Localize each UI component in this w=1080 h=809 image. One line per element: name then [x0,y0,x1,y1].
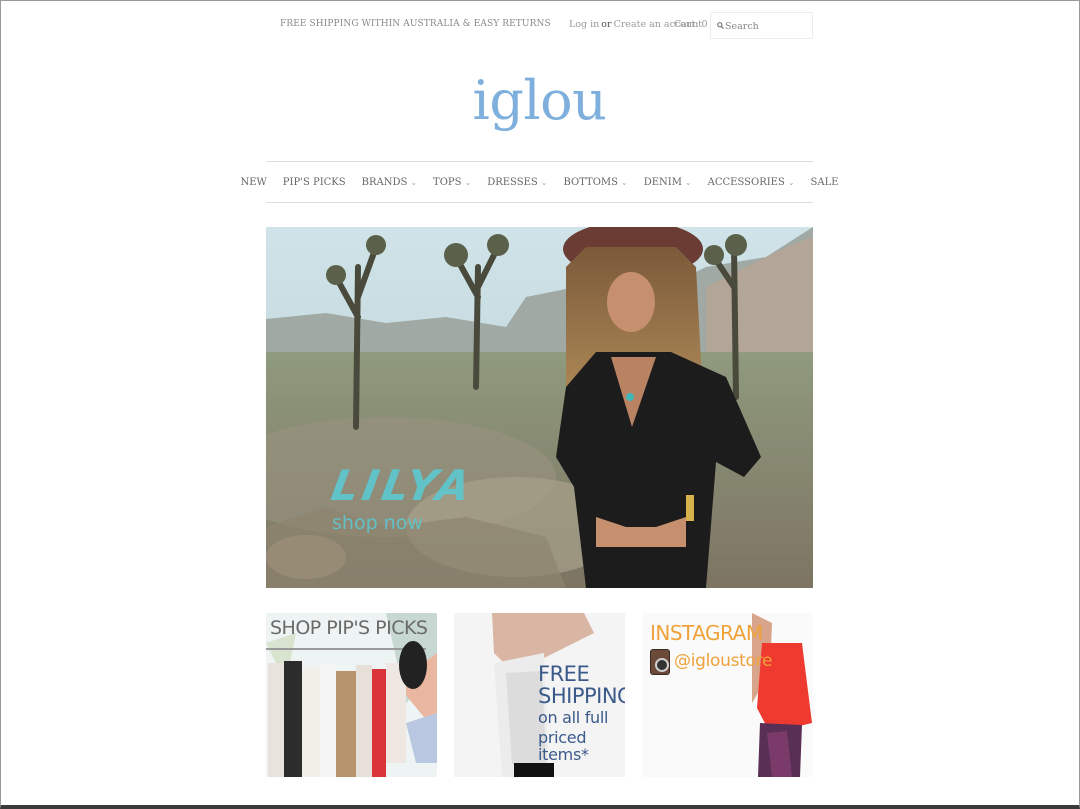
nav-label: TOPS [433,176,462,188]
pips-picks-title: SHOP PIP'S PICKS [270,617,428,639]
nav-denim[interactable]: DENIM ⌄ [644,177,692,188]
nav-tops[interactable]: TOPS ⌄ [433,177,471,188]
pips-picks-tile[interactable]: SHOP PIP'S PICKS [266,613,437,777]
shipping-promo: FREE SHIPPING on all full priced items* [538,663,625,763]
main-nav: NEW PIP'S PICKS BRANDS ⌄ TOPS ⌄ DRESSES ⌄ B… [240,161,839,203]
shipping-promo-text: FREE SHIPPING WITHIN AUSTRALIA & EASY RE… [280,19,551,29]
search-icon [717,22,724,29]
chevron-down-icon: ⌄ [787,177,795,187]
nav-label: SALE [810,176,839,188]
chevron-down-icon: ⌄ [540,177,548,187]
search-box[interactable] [710,12,813,39]
shipping-line-2: SHIPPING [538,684,625,709]
chevron-down-icon: ⌄ [620,177,628,187]
nav-label: BRANDS [361,176,408,188]
search-input[interactable] [725,17,809,35]
cart-link[interactable]: Cart: 0 [674,19,708,30]
instagram-icon [650,649,670,675]
site-logo[interactable]: iglou [266,66,813,136]
hero-shop-now-link[interactable]: shop now [332,512,423,534]
top-bar: FREE SHIPPING WITHIN AUSTRALIA & EASY RE… [266,0,813,50]
shipping-line-3: on all full [538,708,609,728]
nav-label: BOTTOMS [563,176,618,188]
instagram-handle[interactable]: @igloustore [674,651,772,671]
nav-dresses[interactable]: DRESSES ⌄ [487,177,547,188]
shipping-line-1: FREE [538,662,590,686]
chevron-down-icon: ⌄ [410,177,418,187]
nav-brands[interactable]: BRANDS ⌄ [362,177,417,188]
nav-accessories[interactable]: ACCESSORIES ⌄ [708,177,795,188]
chevron-down-icon: ⌄ [464,177,472,187]
hero-title: LILYA [327,461,478,510]
nav-label: PIP'S PICKS [282,176,346,188]
nav-bottoms[interactable]: BOTTOMS ⌄ [563,177,627,188]
nav-label: DENIM [643,176,682,188]
nav-label: ACCESSORIES [707,176,785,188]
nav-label: DRESSES [487,176,538,188]
shipping-line-4: priced items* [538,727,589,764]
instagram-tile[interactable]: INSTAGRAM @igloustore [642,613,813,777]
login-link[interactable]: Log in [569,19,599,30]
nav-label: NEW [240,176,267,188]
nav-new[interactable]: NEW [240,177,266,188]
nav-sale[interactable]: SALE [811,177,839,188]
or-text: or [601,19,612,30]
instagram-title: INSTAGRAM [650,621,763,645]
nav-pips-picks[interactable]: PIP'S PICKS [283,177,346,188]
chevron-down-icon: ⌄ [684,177,692,187]
free-shipping-tile[interactable]: FREE SHIPPING on all full priced items* [454,613,625,777]
hero-banner[interactable]: LILYA shop now [266,227,813,588]
